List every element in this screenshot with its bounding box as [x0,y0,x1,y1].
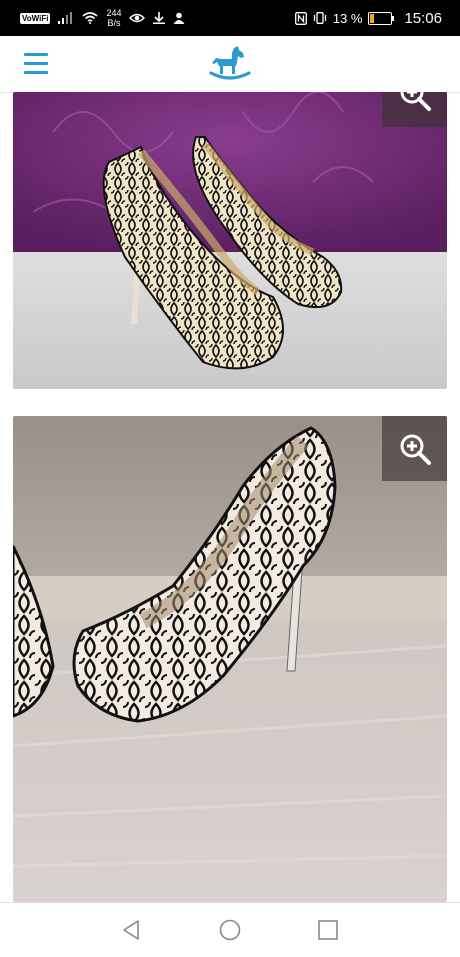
hamburger-icon[interactable] [24,53,48,75]
vibrate-icon [313,12,326,24]
battery-percent: 13 % [332,10,363,26]
battery-icon [368,11,395,25]
person-icon [173,12,185,24]
shoe-floor-image [13,416,447,902]
back-triangle-icon[interactable] [119,918,143,942]
vowifi-badge: VoWiFi [20,12,51,24]
home-circle-icon[interactable] [218,918,242,942]
zoom-in-icon [400,92,431,111]
wifi-icon [82,12,98,24]
zoom-button-1[interactable] [382,92,447,127]
recents-square-icon[interactable] [316,918,340,942]
app-header [0,36,460,93]
net-speed-value: 244 [106,8,122,18]
net-speed-unit: B/s [107,18,121,28]
product-photo-1[interactable] [13,92,447,389]
zoom-in-icon [400,434,431,465]
download-icon [153,12,166,24]
clock: 15:06 [404,9,442,27]
system-nav-bar [0,902,460,957]
status-right: 13 % 15:06 [294,0,442,36]
signal-icon [58,12,73,24]
status-left: VoWiFi 244 B/s [20,0,185,36]
nfc-icon [294,11,307,25]
eye-icon [129,13,146,23]
zoom-button-2[interactable] [382,416,447,481]
rocking-horse-icon[interactable] [208,44,252,84]
net-speed: 244 B/s [106,8,121,28]
shoes-purple-image [13,92,447,389]
photo-gallery[interactable] [0,92,460,902]
status-bar: VoWiFi 244 B/s 13 % 15:06 [0,0,460,36]
product-photo-2[interactable] [13,416,447,902]
